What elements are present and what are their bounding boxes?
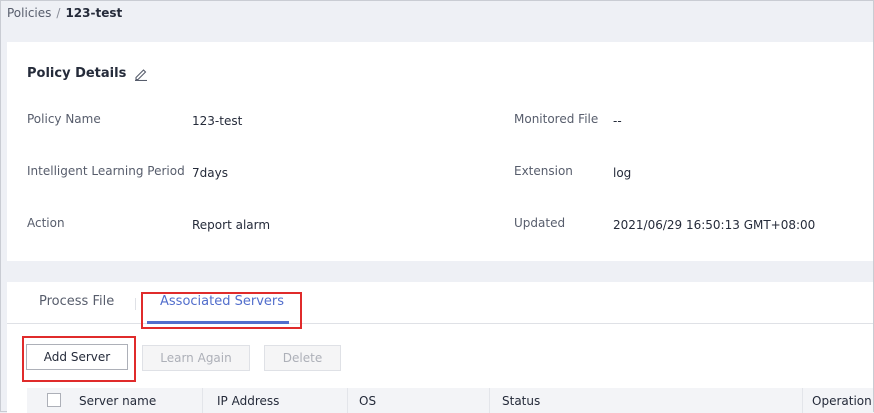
policy-name-label: Policy Name [27, 112, 101, 126]
column-separator [202, 388, 203, 413]
column-header-os[interactable]: OS [359, 394, 376, 413]
updated-value: 2021/06/29 16:50:13 GMT+08:00 [613, 218, 816, 232]
breadcrumb: Policies / 123-test [7, 6, 122, 20]
column-header-ip-address[interactable]: IP Address [217, 394, 279, 413]
breadcrumb-policies-link[interactable]: Policies [7, 6, 51, 20]
extension-value: log [613, 166, 632, 180]
highlight-box-add-server [22, 336, 136, 382]
monitored-file-label: Monitored File [514, 112, 599, 126]
delete-button[interactable]: Delete [264, 345, 341, 371]
extension-label: Extension [514, 164, 573, 178]
learning-period-value: 7days [192, 166, 228, 180]
page-title: Policy Details [27, 66, 127, 81]
action-label: Action [27, 216, 65, 230]
learning-period-label: Intelligent Learning Period [27, 164, 185, 178]
learn-again-button[interactable]: Learn Again [142, 345, 250, 371]
column-separator [489, 388, 490, 413]
column-header-status[interactable]: Status [502, 394, 540, 413]
table-header: Server name IP Address OS Status Operati… [27, 388, 873, 413]
highlight-box-associated-servers [141, 292, 302, 329]
column-header-operation[interactable]: Operation [812, 394, 872, 413]
breadcrumb-separator: / [56, 6, 61, 20]
action-value: Report alarm [192, 218, 271, 232]
tab-process-file[interactable]: Process File [39, 294, 114, 309]
tabs-baseline [7, 323, 873, 324]
policy-name-value: 123-test [192, 114, 243, 128]
monitored-file-value: -- [613, 114, 622, 128]
edit-icon[interactable] [134, 67, 148, 81]
column-separator [347, 388, 348, 413]
select-all-checkbox[interactable] [47, 393, 61, 407]
column-separator [802, 388, 803, 413]
tab-divider [135, 298, 136, 310]
updated-label: Updated [514, 216, 566, 230]
breadcrumb-current: 123-test [65, 6, 123, 20]
policy-details-header: Policy Details [27, 66, 148, 81]
tabs-panel: Process File Associated Servers Add Serv… [7, 282, 873, 413]
column-header-server-name[interactable]: Server name [79, 394, 156, 413]
policy-details-card: Policy Details Policy Name 123-test Inte… [7, 42, 873, 261]
